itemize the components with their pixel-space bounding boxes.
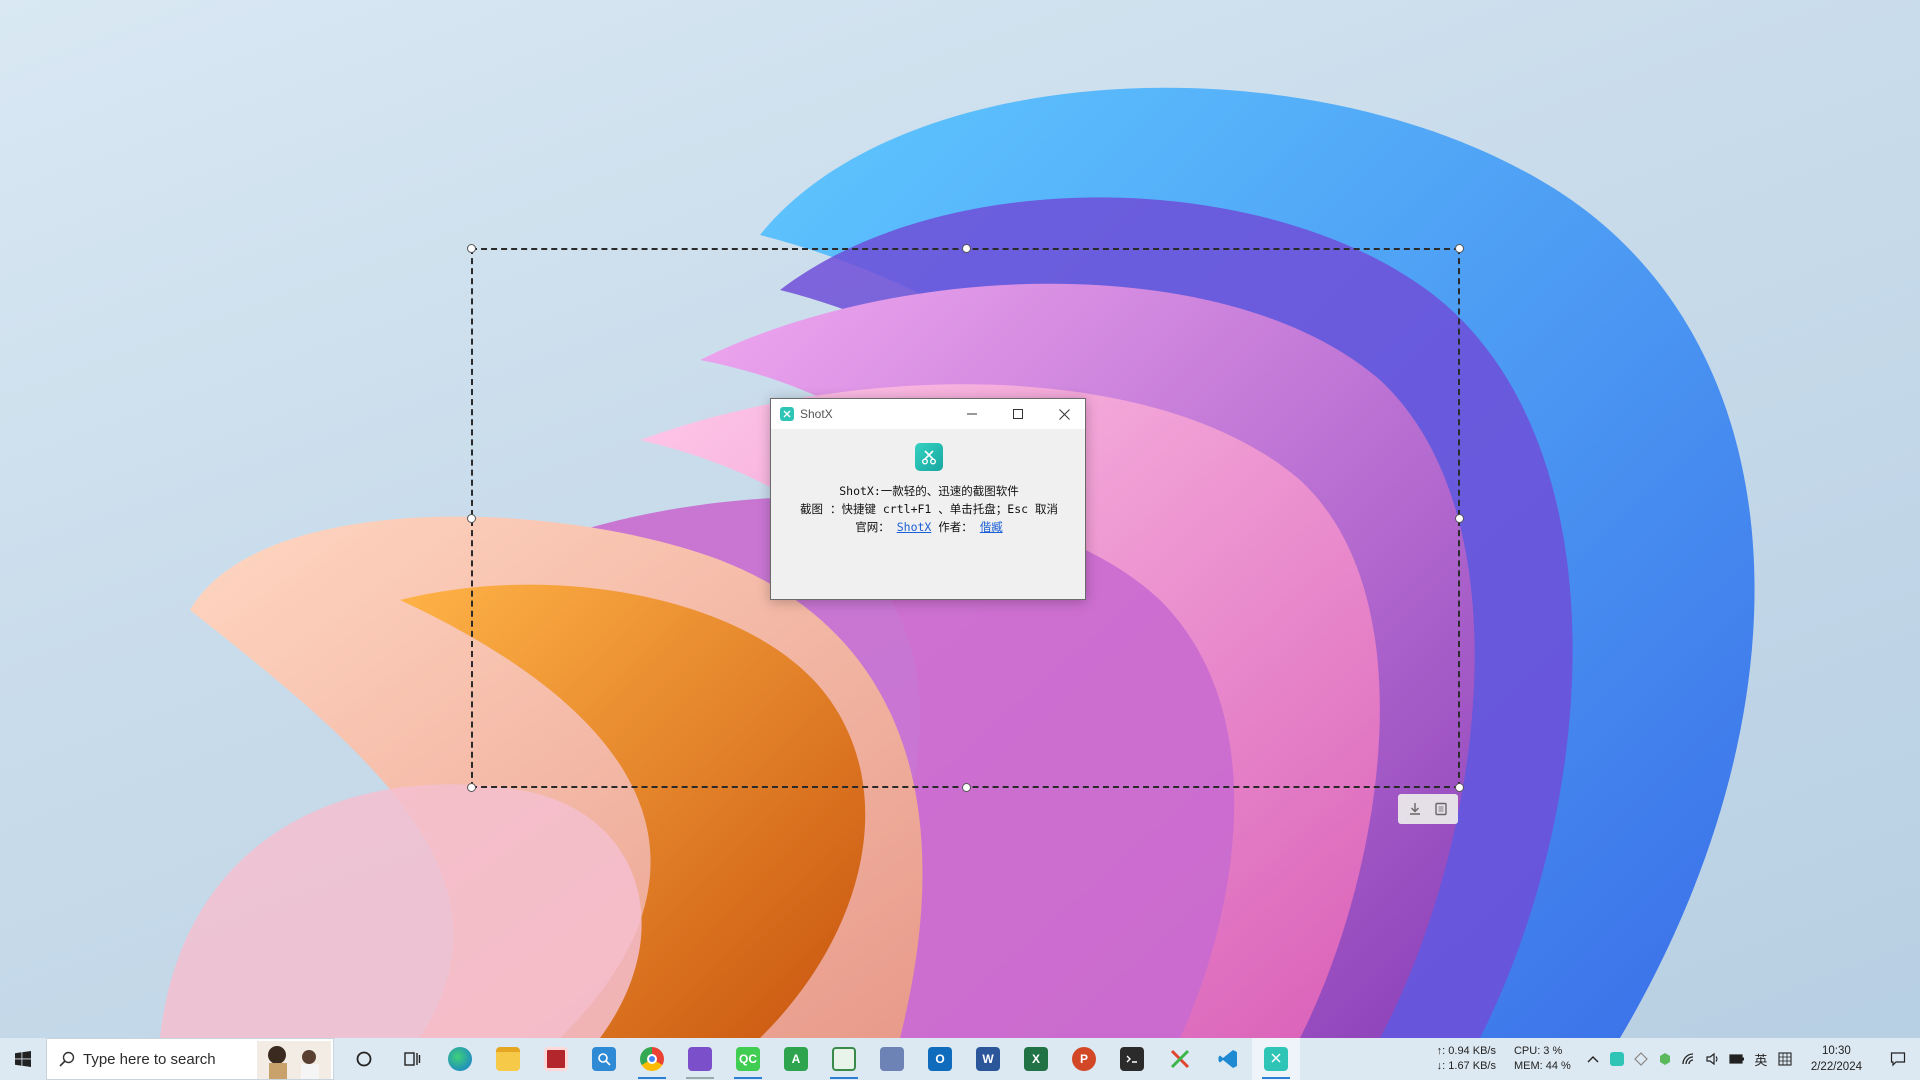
minimize-button[interactable] (949, 399, 995, 429)
shotx-tray-icon[interactable] (1605, 1038, 1629, 1080)
green-shield-tray-icon[interactable] (1653, 1038, 1677, 1080)
resize-handle-bottom[interactable] (962, 783, 971, 792)
scissors-icon (922, 450, 936, 465)
maximize-button[interactable] (995, 399, 1041, 429)
search-input[interactable] (83, 1050, 253, 1068)
shotx-titlebar[interactable]: ShotX (771, 399, 1085, 429)
close-icon (1058, 408, 1070, 420)
app-network-icon[interactable] (868, 1038, 916, 1080)
taskbar: QC A O W X P ↑: 0.94 KB/s ↓: 1.67 KB/s C… (0, 1038, 1920, 1080)
chrome-icon[interactable] (628, 1038, 676, 1080)
volume-icon[interactable] (1701, 1038, 1725, 1080)
clock-date: 2/22/2024 (1810, 1061, 1862, 1073)
author-label: 作者： (938, 520, 973, 534)
minimize-icon (967, 413, 977, 415)
search-highlight-illustration[interactable] (257, 1041, 331, 1079)
shotx-logo (915, 443, 943, 471)
website-link[interactable]: ShotX (897, 520, 932, 534)
qt-creator-icon[interactable]: QC (724, 1038, 772, 1080)
cpu-usage: CPU: 3 % (1513, 1045, 1563, 1057)
app-blue-search-icon[interactable] (580, 1038, 628, 1080)
wifi-icon[interactable] (1677, 1038, 1701, 1080)
visual-studio-icon[interactable] (676, 1038, 724, 1080)
network-speed-widget[interactable]: ↑: 0.94 KB/s ↓: 1.67 KB/s (1437, 1044, 1496, 1074)
download-icon (1410, 803, 1420, 815)
resize-handle-bottom-left[interactable] (467, 783, 476, 792)
notepad-icon[interactable] (820, 1038, 868, 1080)
windows-logo-icon (15, 1051, 31, 1067)
taskbar-search-box[interactable] (46, 1038, 334, 1080)
cortana-icon[interactable] (340, 1038, 388, 1080)
copy-icon (1435, 802, 1447, 816)
author-link[interactable]: 偕臧 (980, 520, 1003, 534)
clock-time: 10:30 (1822, 1045, 1851, 1057)
resize-handle-top-right[interactable] (1455, 244, 1464, 253)
maximize-icon (1013, 409, 1023, 419)
taskbar-app-list: QC A O W X P (340, 1038, 1300, 1080)
ime-grid-icon[interactable] (1773, 1038, 1797, 1080)
battery-icon[interactable] (1725, 1038, 1749, 1080)
diamond-tray-icon[interactable] (1629, 1038, 1653, 1080)
resize-handle-left[interactable] (467, 514, 476, 523)
edge-icon[interactable] (436, 1038, 484, 1080)
resize-handle-bottom-right[interactable] (1455, 783, 1464, 792)
input-method-indicator[interactable]: 英 (1749, 1038, 1773, 1080)
selection-toolbar (1398, 794, 1458, 824)
start-button[interactable] (0, 1038, 46, 1080)
resource-monitor-widget[interactable]: CPU: 3 % MEM: 44 % (1514, 1044, 1571, 1074)
app-green-icon[interactable]: A (772, 1038, 820, 1080)
resize-handle-right[interactable] (1455, 514, 1464, 523)
app-x-icon[interactable] (1156, 1038, 1204, 1080)
website-label: 官网： (855, 520, 890, 534)
copy-screenshot-button[interactable] (1429, 797, 1453, 821)
app-red-icon[interactable] (532, 1038, 580, 1080)
shotx-app-icon (780, 407, 794, 421)
outlook-icon[interactable]: O (916, 1038, 964, 1080)
shotx-icon[interactable] (1252, 1038, 1300, 1080)
file-explorer-icon[interactable] (484, 1038, 532, 1080)
notification-center-icon[interactable] (1876, 1038, 1920, 1080)
net-download-speed: ↓: 1.67 KB/s (1436, 1060, 1496, 1072)
window-title: ShotX (800, 407, 833, 421)
save-screenshot-button[interactable] (1403, 797, 1427, 821)
vscode-icon[interactable] (1204, 1038, 1252, 1080)
close-button[interactable] (1041, 399, 1087, 429)
resize-handle-top-left[interactable] (467, 244, 476, 253)
mem-usage: MEM: 44 % (1513, 1060, 1571, 1072)
links-row: 官网： ShotX 作者： 偕臧 (771, 519, 1087, 535)
powerpoint-icon[interactable]: P (1060, 1038, 1108, 1080)
show-hidden-icons-chevron-icon[interactable] (1581, 1038, 1605, 1080)
net-upload-speed: ↑: 0.94 KB/s (1436, 1045, 1496, 1057)
task-view-icon[interactable] (388, 1038, 436, 1080)
shortcut-text: 截图 ：快捷键 crtl+F1 、单击托盘；Esc 取消 (800, 502, 1058, 516)
resize-handle-top[interactable] (962, 244, 971, 253)
excel-icon[interactable]: X (1012, 1038, 1060, 1080)
description-text: ShotX:一款轻的、迅速的截图软件 (839, 484, 1019, 498)
shotx-about-window: ShotX ShotX:一款轻的、迅速的截图软件 截图 ：快捷键 crtl+F1… (770, 398, 1086, 600)
clock[interactable]: 10:30 2/22/2024 (1797, 1043, 1876, 1075)
terminal-icon[interactable] (1108, 1038, 1156, 1080)
system-tray: ↑: 0.94 KB/s ↓: 1.67 KB/s CPU: 3 % MEM: … (1437, 1038, 1920, 1080)
word-icon[interactable]: W (964, 1038, 1012, 1080)
search-icon (59, 1051, 75, 1067)
